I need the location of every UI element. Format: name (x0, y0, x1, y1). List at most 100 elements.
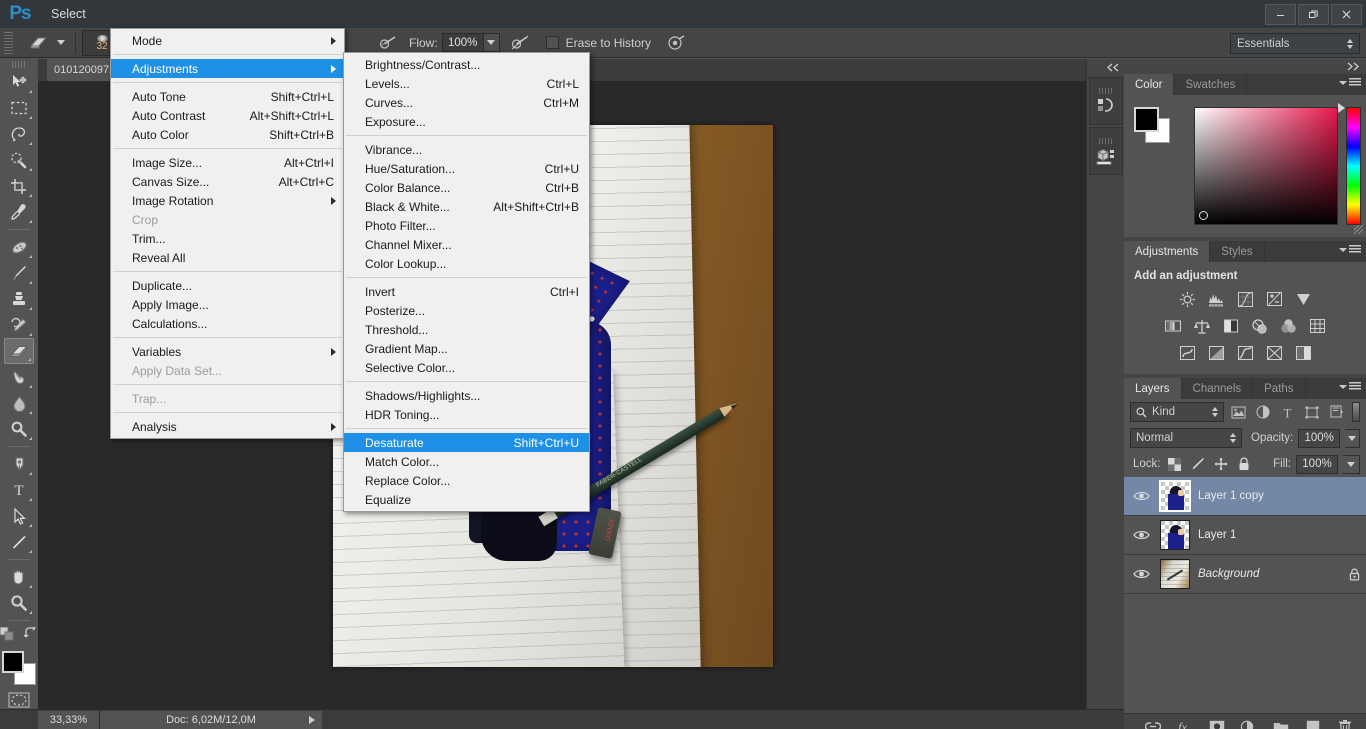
new-layer-icon[interactable] (1304, 718, 1321, 729)
layer-filter-toggle[interactable] (1351, 402, 1361, 422)
airbrush-toggle-icon[interactable] (508, 32, 534, 54)
eraser-tool-icon[interactable] (25, 32, 51, 54)
layer-thumbnail[interactable] (1160, 559, 1190, 589)
color-panel-menu-icon[interactable] (1339, 78, 1361, 87)
hue-saturation-icon[interactable] (1163, 316, 1183, 336)
new-fill-adjustment-icon[interactable] (1240, 718, 1257, 729)
expand-panels-icon[interactable] (1087, 59, 1124, 75)
menu-item-channel-mixer[interactable]: Channel Mixer... (344, 235, 589, 254)
tab-channels[interactable]: Channels (1182, 378, 1254, 399)
new-group-icon[interactable] (1272, 718, 1289, 729)
swap-colors-icon[interactable] (23, 625, 38, 644)
tab-color[interactable]: Color (1124, 74, 1175, 95)
history-panel-icon[interactable] (1088, 77, 1123, 125)
spot-healing-brush-tool[interactable] (4, 234, 34, 260)
link-layers-icon[interactable] (1144, 718, 1161, 729)
rectangular-marquee-tool[interactable] (4, 95, 34, 121)
menu-item-canvas-size[interactable]: Canvas Size... Alt+Ctrl+C (111, 172, 344, 191)
menu-item-analysis[interactable]: Analysis (111, 417, 344, 436)
move-tool[interactable] (4, 69, 34, 95)
brush-tool[interactable] (4, 260, 34, 286)
color-panel-foreground-swatch[interactable] (1134, 107, 1159, 132)
horizontal-type-tool[interactable]: T (4, 477, 34, 503)
channel-mixer-icon[interactable] (1279, 316, 1299, 336)
invert-icon[interactable] (1177, 343, 1197, 363)
menu-item-variables[interactable]: Variables (111, 342, 344, 361)
layer-visibility-eye-icon[interactable] (1130, 524, 1152, 546)
blur-tool[interactable] (4, 390, 34, 416)
adjustment-filter-icon[interactable] (1253, 402, 1273, 422)
clone-stamp-tool[interactable] (4, 286, 34, 312)
zoom-tool[interactable] (4, 590, 34, 616)
menu-item-auto-color[interactable]: Auto Color Shift+Ctrl+B (111, 125, 344, 144)
color-balance-icon[interactable] (1192, 316, 1212, 336)
layer-thumbnail[interactable] (1160, 520, 1190, 550)
layer-thumbnail[interactable] (1159, 480, 1191, 512)
menu-item-replace-color[interactable]: Replace Color... (344, 471, 589, 490)
shape-filter-icon[interactable] (1302, 402, 1322, 422)
menu-item-image-size[interactable]: Image Size... Alt+Ctrl+I (111, 153, 344, 172)
document-info-chevron-icon[interactable] (309, 715, 315, 724)
eraser-tool[interactable] (4, 338, 34, 364)
workspace-selector[interactable]: Essentials (1230, 33, 1360, 54)
menu-item-desaturate[interactable]: Desaturate Shift+Ctrl+U (344, 433, 589, 452)
hand-tool[interactable] (4, 564, 34, 590)
menu-item-posterize[interactable]: Posterize... (344, 301, 589, 320)
delete-layer-icon[interactable] (1336, 718, 1353, 729)
layer-filter-kind-select[interactable]: Kind (1130, 402, 1224, 422)
tab-styles[interactable]: Styles (1210, 241, 1265, 262)
exposure-icon[interactable] (1264, 289, 1284, 309)
menu-item-invert[interactable]: Invert Ctrl+I (344, 282, 589, 301)
quick-selection-tool[interactable] (4, 147, 34, 173)
color-swatches[interactable] (2, 651, 36, 685)
airbrush-icon[interactable] (376, 32, 402, 54)
layer-row[interactable]: Layer 1 (1124, 516, 1366, 555)
type-filter-icon[interactable]: T (1278, 402, 1298, 422)
color-picker-field[interactable] (1194, 107, 1338, 225)
eyedropper-tool[interactable] (4, 199, 34, 225)
menu-select[interactable]: Select (40, 0, 106, 28)
menu-item-auto-contrast[interactable]: Auto Contrast Alt+Shift+Ctrl+L (111, 106, 344, 125)
menu-item-mode[interactable]: Mode (111, 31, 344, 50)
tablet-pressure-icon[interactable] (663, 32, 689, 54)
menu-item-auto-tone[interactable]: Auto Tone Shift+Ctrl+L (111, 87, 344, 106)
vibrance-icon[interactable] (1293, 289, 1313, 309)
tab-swatches[interactable]: Swatches (1174, 74, 1248, 95)
layer-visibility-eye-icon[interactable] (1130, 563, 1152, 585)
foreground-color-swatch[interactable] (2, 651, 24, 673)
options-bar-grip[interactable] (4, 31, 13, 54)
layer-visibility-eye-icon[interactable] (1130, 485, 1152, 507)
brightness-contrast-icon[interactable] (1177, 289, 1197, 309)
menu-item-trim[interactable]: Trim... (111, 229, 344, 248)
menu-item-exposure[interactable]: Exposure... (344, 112, 589, 131)
line-tool[interactable] (4, 529, 34, 555)
adjustments-panel-menu-icon[interactable] (1339, 245, 1361, 254)
color-panel-swatches[interactable] (1134, 107, 1170, 143)
lock-all-icon[interactable] (1235, 455, 1253, 473)
close-button[interactable] (1331, 3, 1362, 25)
menu-item-reveal-all[interactable]: Reveal All (111, 248, 344, 267)
menu-item-shadows-highlights[interactable]: Shadows/Highlights... (344, 386, 589, 405)
curves-icon[interactable] (1235, 289, 1255, 309)
layer-row[interactable]: Background (1124, 555, 1366, 594)
threshold-icon[interactable] (1235, 343, 1255, 363)
menu-item-selective-color[interactable]: Selective Color... (344, 358, 589, 377)
lock-image-pixels-icon[interactable] (1189, 455, 1207, 473)
menu-item-equalize[interactable]: Equalize (344, 490, 589, 509)
menu-item-hdr-toning[interactable]: HDR Toning... (344, 405, 589, 424)
menu-item-duplicate[interactable]: Duplicate... (111, 276, 344, 295)
layer-style-icon[interactable]: fx (1176, 718, 1193, 729)
blend-mode-select[interactable]: Normal (1130, 428, 1243, 448)
restore-button[interactable] (1298, 3, 1329, 25)
gradient-map-icon[interactable] (1264, 343, 1284, 363)
opacity-chevron-icon[interactable] (1345, 428, 1360, 448)
lock-transparent-pixels-icon[interactable] (1166, 455, 1184, 473)
default-colors-icon[interactable] (0, 626, 14, 644)
menu-item-image-rotation[interactable]: Image Rotation (111, 191, 344, 210)
opacity-value[interactable]: 100% (1298, 428, 1341, 448)
tab-adjustments[interactable]: Adjustments (1124, 241, 1211, 262)
flow-chevron-icon[interactable] (483, 33, 500, 52)
flow-value[interactable]: 100% (441, 33, 484, 52)
posterize-icon[interactable] (1206, 343, 1226, 363)
menu-item-black-white[interactable]: Black & White... Alt+Shift+Ctrl+B (344, 197, 589, 216)
